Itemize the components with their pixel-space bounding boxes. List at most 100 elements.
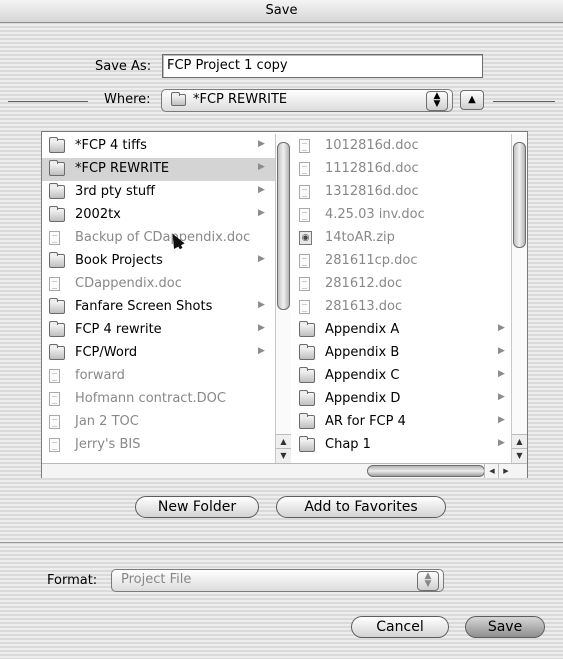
scroll-thumb[interactable] bbox=[277, 142, 290, 310]
disclosure-arrow-icon: ▶ bbox=[258, 346, 265, 356]
folder-icon bbox=[299, 390, 315, 406]
list-item[interactable]: Book Projects ▶ bbox=[42, 250, 275, 273]
folder-icon bbox=[299, 367, 315, 383]
section-divider bbox=[0, 542, 563, 543]
title-bar[interactable]: Save bbox=[0, 0, 563, 23]
folder-icon bbox=[171, 92, 186, 106]
horizontal-scrollbar[interactable]: ◀ ▶ bbox=[42, 463, 527, 478]
list-item-label: 1312816d.doc bbox=[325, 184, 419, 199]
list-item-label: 3rd pty stuff bbox=[75, 184, 156, 199]
folder-icon bbox=[299, 436, 315, 452]
popup-stepper-icon: ▲ ▼ bbox=[417, 571, 439, 591]
document-icon bbox=[49, 415, 60, 429]
scroll-left-arrow-icon[interactable]: ◀ bbox=[484, 464, 499, 478]
list-item-label: FCP 4 rewrite bbox=[75, 322, 162, 337]
list-item-label: *FCP 4 tiffs bbox=[75, 138, 147, 153]
cancel-button[interactable]: Cancel bbox=[351, 616, 449, 638]
list-item-label: 281611cp.doc bbox=[325, 253, 418, 268]
list-item[interactable]: Chap 1 ▶ bbox=[292, 434, 526, 457]
disclosure-arrow-icon: ▶ bbox=[498, 415, 505, 425]
list-item[interactable]: Fanfare Screen Shots ▶ bbox=[42, 296, 275, 319]
disclosure-arrow-icon: ▶ bbox=[258, 300, 265, 310]
folder-icon bbox=[49, 183, 65, 199]
save-as-field[interactable]: FCP Project 1 copy bbox=[162, 54, 483, 78]
list-item[interactable]: 281611cp.doc bbox=[292, 250, 526, 273]
new-folder-button[interactable]: New Folder bbox=[135, 496, 259, 518]
horizontal-scroll-thumb[interactable] bbox=[367, 465, 485, 477]
document-icon bbox=[49, 231, 60, 245]
list-item[interactable]: 1112816d.doc bbox=[292, 158, 526, 181]
list-item-label: Appendix C bbox=[325, 368, 400, 383]
folder-icon bbox=[49, 321, 65, 337]
list-item[interactable]: Appendix B ▶ bbox=[292, 342, 526, 365]
list-item[interactable]: Appendix D ▶ bbox=[292, 388, 526, 411]
list-item[interactable]: 281613.doc bbox=[292, 296, 526, 319]
list-item-label: Jerry's BIS bbox=[75, 437, 141, 452]
format-popup[interactable]: Project File ▲ ▼ bbox=[111, 569, 444, 592]
list-item[interactable]: 3rd pty stuff ▶ bbox=[42, 181, 275, 204]
list-item[interactable]: ◉ 14toAR.zip bbox=[292, 227, 526, 250]
list-item[interactable]: 281612.doc bbox=[292, 273, 526, 296]
left-column-scrollbar[interactable]: ▲ ▼ bbox=[275, 134, 291, 463]
right-column-scrollbar[interactable]: ▲ ▼ bbox=[511, 134, 527, 463]
list-item-label: Hofmann contract.DOC bbox=[75, 391, 226, 406]
document-icon bbox=[49, 392, 60, 406]
document-icon bbox=[49, 369, 60, 383]
list-item[interactable]: Jerry's BIS bbox=[42, 434, 275, 457]
folder-icon bbox=[299, 344, 315, 360]
list-item-label: Jan 2 TOC bbox=[75, 414, 139, 429]
list-item-label: Fanfare Screen Shots bbox=[75, 299, 213, 314]
scroll-down-arrow-icon[interactable]: ▼ bbox=[276, 448, 291, 463]
list-item-label: Appendix A bbox=[325, 322, 400, 337]
collapse-button[interactable]: ▲ bbox=[460, 90, 484, 110]
list-item[interactable]: Backup of CDappendix.doc bbox=[42, 227, 275, 250]
folder-icon bbox=[49, 160, 65, 176]
list-item[interactable]: forward bbox=[42, 365, 275, 388]
list-item[interactable]: Appendix C ▶ bbox=[292, 365, 526, 388]
list-item[interactable]: 4.25.03 inv.doc bbox=[292, 204, 526, 227]
folder-icon bbox=[299, 413, 315, 429]
folder-icon bbox=[49, 298, 65, 314]
folder-icon bbox=[49, 252, 65, 268]
document-icon bbox=[49, 277, 60, 291]
document-icon bbox=[49, 438, 60, 452]
scroll-down-arrow-icon[interactable]: ▼ bbox=[512, 448, 527, 463]
add-to-favorites-button[interactable]: Add to Favorites bbox=[276, 496, 446, 518]
list-item[interactable]: AR for FCP 4 ▶ bbox=[292, 411, 526, 434]
format-value: Project File bbox=[121, 572, 192, 587]
save-as-value: FCP Project 1 copy bbox=[167, 58, 288, 73]
where-label: Where: bbox=[104, 92, 151, 107]
document-icon bbox=[299, 162, 310, 176]
list-item[interactable]: CDappendix.doc bbox=[42, 273, 275, 296]
scroll-up-arrow-icon[interactable]: ▲ bbox=[276, 434, 291, 449]
list-item[interactable]: *FCP REWRITE ▶ bbox=[42, 158, 275, 181]
list-item[interactable]: 1312816d.doc bbox=[292, 181, 526, 204]
file-browser: *FCP 4 tiffs ▶ *FCP REWRITE ▶ 3rd pty stuff ▶… bbox=[41, 131, 528, 478]
folder-icon bbox=[299, 321, 315, 337]
disclosure-arrow-icon: ▶ bbox=[258, 254, 265, 264]
list-item-label: 2002tx bbox=[75, 207, 121, 222]
divider-left bbox=[8, 101, 88, 102]
scroll-thumb[interactable] bbox=[513, 142, 526, 248]
list-item[interactable]: FCP 4 rewrite ▶ bbox=[42, 319, 275, 342]
list-item[interactable]: 2002tx ▶ bbox=[42, 204, 275, 227]
list-item[interactable]: Appendix A ▶ bbox=[292, 319, 526, 342]
list-item-label: 14toAR.zip bbox=[325, 230, 395, 245]
list-item-label: Appendix B bbox=[325, 345, 400, 360]
disclosure-arrow-icon: ▶ bbox=[498, 392, 505, 402]
scroll-right-arrow-icon[interactable]: ▶ bbox=[498, 464, 513, 478]
list-item[interactable]: FCP/Word ▶ bbox=[42, 342, 275, 365]
list-item[interactable]: Jan 2 TOC bbox=[42, 411, 275, 434]
list-item[interactable]: *FCP 4 tiffs ▶ bbox=[42, 135, 275, 158]
triangle-up-icon: ▲ bbox=[468, 94, 476, 105]
list-item[interactable]: 1012816d.doc bbox=[292, 135, 526, 158]
where-popup[interactable]: *FCP REWRITE ▲ ▼ bbox=[161, 89, 453, 112]
save-button[interactable]: Save bbox=[465, 616, 545, 638]
list-item-label: forward bbox=[75, 368, 125, 383]
scroll-up-arrow-icon[interactable]: ▲ bbox=[512, 434, 527, 449]
list-item-label: Chap 1 bbox=[325, 437, 371, 452]
browser-column-left: *FCP 4 tiffs ▶ *FCP REWRITE ▶ 3rd pty stuff ▶… bbox=[42, 132, 275, 463]
list-item-label: FCP/Word bbox=[75, 345, 138, 360]
list-item[interactable]: Hofmann contract.DOC bbox=[42, 388, 275, 411]
document-icon bbox=[299, 277, 310, 291]
